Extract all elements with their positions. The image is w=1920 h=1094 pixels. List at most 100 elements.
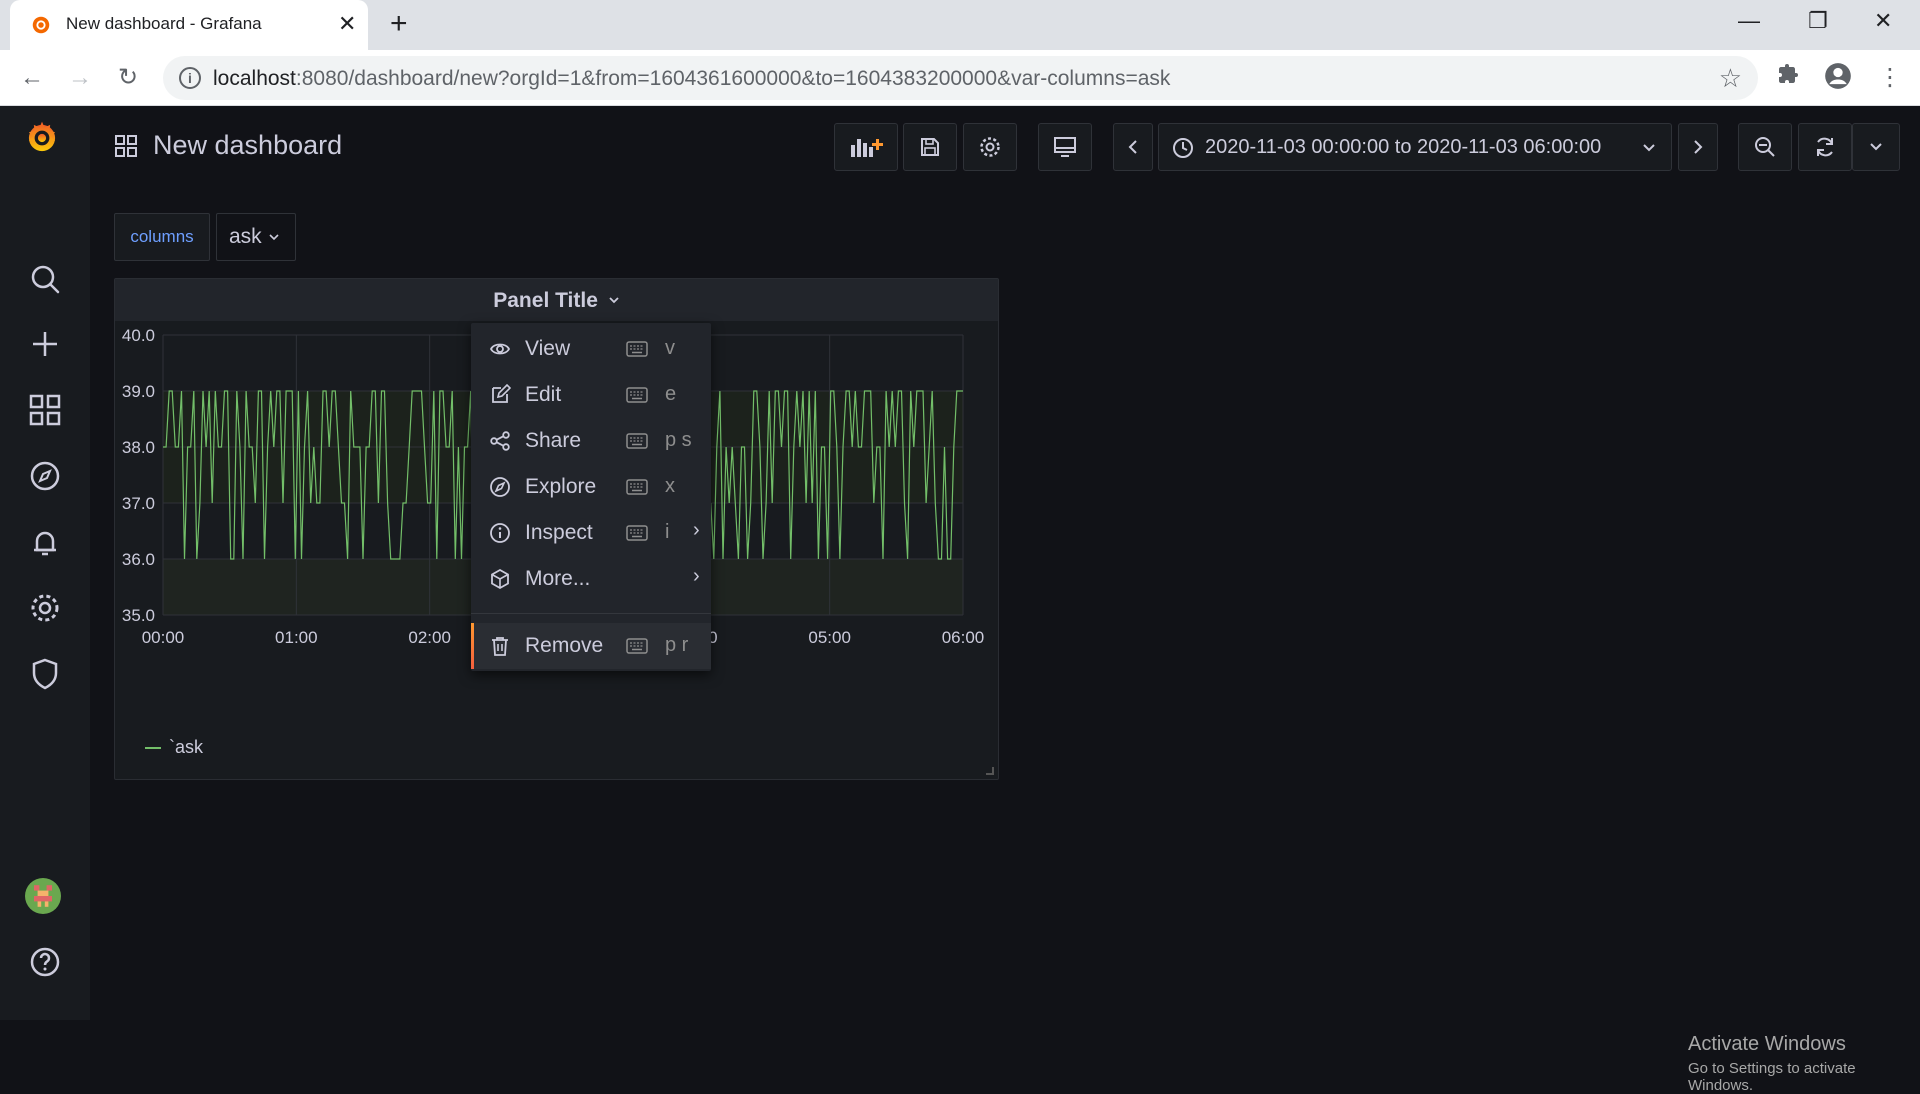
menu-item-explore[interactable]: Explore x — [471, 464, 711, 510]
alerting-bell-icon[interactable] — [27, 524, 63, 560]
dashboard-title[interactable]: New dashboard — [153, 130, 342, 161]
time-shift-forward-button[interactable] — [1678, 123, 1718, 171]
y-tick-label: 38.0 — [122, 438, 155, 457]
server-admin-shield-icon[interactable] — [27, 656, 63, 692]
chevron-left-icon — [1128, 140, 1137, 154]
menu-item-shortcut: i — [665, 521, 670, 543]
browser-tab-bar: New dashboard - Grafana ✕ + — ❐ ✕ — [0, 0, 1920, 50]
keyboard-icon — [626, 387, 648, 403]
forward-icon[interactable]: → — [64, 62, 96, 94]
browser-tab[interactable]: New dashboard - Grafana ✕ — [10, 0, 368, 50]
dashboards-grid-icon[interactable] — [27, 392, 63, 428]
panel-title[interactable]: Panel Title — [115, 289, 998, 313]
search-icon[interactable] — [27, 261, 63, 297]
y-tick-label: 35.0 — [122, 606, 155, 625]
menu-item-share[interactable]: Share p s — [471, 418, 711, 464]
settings-gear-icon — [980, 137, 1000, 157]
help-icon[interactable] — [27, 944, 63, 980]
window-close-icon[interactable]: ✕ — [1874, 8, 1892, 34]
time-range-label: 2020-11-03 00:00:00 to 2020-11-03 06:00:… — [1205, 136, 1602, 158]
reload-icon[interactable]: ↻ — [112, 62, 144, 94]
legend-swatch — [145, 747, 161, 750]
dashboard-main: New dashboard 2020-11-03 00:00:00 to 202… — [90, 106, 1920, 1094]
close-tab-icon[interactable]: ✕ — [338, 12, 356, 36]
activate-windows-subtitle: Go to Settings to activate Windows. — [1688, 1060, 1856, 1094]
site-info-icon[interactable]: i — [179, 67, 201, 89]
keyboard-icon — [626, 341, 648, 357]
cube-icon — [491, 568, 509, 590]
chevron-down-icon — [269, 234, 279, 241]
time-range-picker[interactable]: 2020-11-03 00:00:00 to 2020-11-03 06:00:… — [1158, 123, 1672, 171]
panel-context-menu: View v Edit e Share p s Explore x Inspect i › More.… — [471, 323, 711, 671]
variable-label-columns: columns — [114, 213, 210, 261]
variable-select-columns[interactable]: ask — [216, 213, 296, 261]
zoom-out-button[interactable] — [1738, 123, 1792, 171]
menu-item-shortcut: p r — [665, 634, 689, 656]
save-dashboard-button[interactable] — [903, 123, 957, 171]
browser-menu-icon[interactable]: ⋮ — [1878, 62, 1902, 94]
create-plus-icon[interactable] — [27, 326, 63, 362]
menu-item-more[interactable]: More... › — [471, 556, 711, 602]
menu-item-view[interactable]: View v — [471, 326, 711, 372]
address-bar[interactable]: i localhost:8080/dashboard/new?orgId=1&f… — [163, 56, 1758, 100]
legend-label: `ask — [169, 737, 204, 757]
zoom-out-icon — [1755, 137, 1775, 157]
user-avatar-icon[interactable] — [25, 878, 65, 918]
x-tick-label: 02:00 — [408, 628, 451, 647]
tab-title: New dashboard - Grafana — [66, 14, 262, 33]
menu-item-label: Edit — [525, 383, 562, 406]
url-host: localhost — [213, 67, 296, 90]
save-icon — [921, 138, 939, 156]
time-shift-back-button[interactable] — [1113, 123, 1153, 171]
explore-compass-icon[interactable] — [27, 458, 63, 494]
chevron-right-icon — [1694, 140, 1703, 154]
keyboard-icon — [626, 479, 648, 495]
menu-item-label: View — [525, 337, 571, 360]
chevron-down-icon — [1870, 143, 1882, 151]
menu-item-inspect[interactable]: Inspect i › — [471, 510, 711, 556]
panel-resize-handle[interactable] — [986, 767, 994, 775]
panel-title-text: Panel Title — [493, 289, 598, 312]
clock-icon — [1173, 138, 1193, 158]
restore-icon[interactable]: ❐ — [1808, 8, 1828, 34]
grafana-logo-icon[interactable] — [24, 120, 68, 164]
add-panel-icon — [851, 139, 883, 157]
keyboard-icon — [626, 525, 648, 541]
chevron-down-icon — [609, 297, 619, 304]
grafana-favicon-icon — [32, 16, 50, 34]
chevron-right-icon: › — [693, 565, 700, 587]
minimize-icon[interactable]: — — [1738, 8, 1760, 34]
menu-item-shortcut: v — [665, 337, 675, 359]
menu-item-shortcut: p s — [665, 429, 692, 451]
legend-item[interactable]: `ask — [145, 737, 203, 758]
browser-toolbar: ← → ↻ i localhost:8080/dashboard/new?org… — [0, 50, 1920, 106]
profile-icon[interactable] — [1824, 62, 1852, 99]
refresh-interval-dropdown[interactable] — [1852, 123, 1900, 171]
tv-mode-button[interactable] — [1038, 123, 1092, 171]
extensions-icon[interactable] — [1776, 62, 1800, 95]
keyboard-icon — [626, 433, 648, 449]
dashboard-apps-icon — [115, 135, 137, 157]
back-icon[interactable]: ← — [16, 62, 48, 94]
trash-icon — [492, 637, 508, 656]
panel-header[interactable]: Panel Title — [115, 279, 998, 321]
info-icon — [490, 523, 510, 543]
configuration-gear-icon[interactable] — [27, 590, 63, 626]
chevron-down-icon — [1643, 144, 1655, 152]
chevron-right-icon: › — [693, 519, 700, 541]
menu-item-remove[interactable]: Remove p r — [471, 623, 711, 669]
url-path: :8080/dashboard/new?orgId=1&from=1604361… — [295, 67, 1171, 90]
dashboard-settings-button[interactable] — [963, 123, 1017, 171]
y-tick-label: 39.0 — [122, 382, 155, 401]
menu-item-label: Inspect — [525, 521, 593, 544]
compass-icon — [490, 477, 510, 497]
refresh-button[interactable] — [1798, 123, 1852, 171]
menu-divider — [471, 613, 711, 614]
new-tab-button[interactable]: + — [390, 8, 408, 40]
add-panel-button[interactable] — [834, 123, 898, 171]
y-tick-label: 37.0 — [122, 494, 155, 513]
keyboard-icon — [626, 638, 648, 654]
bookmark-star-icon[interactable]: ☆ — [1719, 63, 1742, 94]
menu-item-label: Share — [525, 429, 582, 452]
menu-item-edit[interactable]: Edit e — [471, 372, 711, 418]
